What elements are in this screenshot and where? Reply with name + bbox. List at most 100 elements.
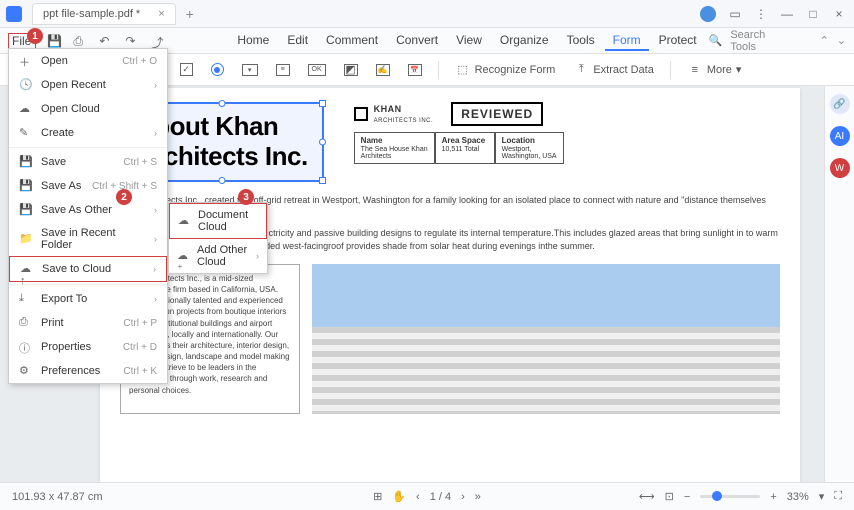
rail-ai-icon[interactable]: AI (830, 126, 850, 146)
print-icon[interactable]: ⎙ (73, 34, 87, 48)
add-tab-button[interactable]: + (186, 6, 194, 22)
last-page-icon[interactable]: » (475, 491, 481, 503)
file-menu-export-to[interactable]: ⤓ Export To › (9, 287, 167, 311)
file-menu-label: Save to Cloud (42, 263, 145, 275)
shortcut-label: Ctrl + D (123, 342, 157, 353)
signature-tool[interactable]: ✍ (372, 62, 394, 78)
brand-logo: KHANARCHITECTS INC. (354, 104, 434, 124)
dropdown-tool[interactable]: ▾ (238, 62, 262, 78)
recognize-form-button[interactable]: ⬚Recognize Form (451, 60, 560, 80)
search-label[interactable]: Search Tools (730, 29, 791, 53)
maximize-icon[interactable]: □ (806, 7, 820, 21)
close-tab-icon[interactable]: × (158, 8, 164, 20)
export-icon: ⤓ (19, 292, 33, 306)
hand-tool-icon[interactable]: ✋ (392, 490, 406, 503)
page-indicator[interactable]: 1 / 4 (430, 491, 451, 503)
radio-tool[interactable] (207, 61, 228, 78)
button-tool[interactable]: OK (304, 62, 330, 78)
statusbar: 101.93 x 47.87 cm ⊞ ✋ ‹ 1 / 4 › » ⟷ ⊡ − … (0, 482, 854, 510)
fullscreen-icon[interactable]: ⛶ (834, 490, 842, 503)
avatar[interactable] (700, 6, 716, 22)
file-menu-save-to-cloud[interactable]: ☁↑ Save to Cloud › (9, 256, 167, 282)
file-menu-label: Export To (41, 293, 146, 305)
file-menu-save[interactable]: 💾 Save Ctrl + S (9, 150, 167, 174)
file-menu-label: Open Cloud (41, 103, 157, 115)
info-cell: NameThe Sea House KhanArchitects (354, 132, 435, 164)
list-tool[interactable]: ≡ (272, 62, 294, 78)
search-icon[interactable]: 🔍 (709, 34, 723, 47)
zoom-value[interactable]: 33% (787, 491, 809, 503)
date-tool[interactable]: 📅 (404, 62, 426, 78)
submenu-document-cloud[interactable]: ☁ Document Cloud (169, 203, 267, 239)
cloud-icon: ☁ (178, 214, 192, 228)
file-menu-save-in-recent-folder[interactable]: 📁 Save in Recent Folder › (9, 222, 167, 256)
prefs-icon: ⚙ (19, 364, 33, 378)
file-menu-properties[interactable]: ⓘ Properties Ctrl + D (9, 335, 167, 359)
extract-data-button[interactable]: ⤒Extract Data (569, 60, 658, 80)
close-window-icon[interactable]: × (832, 7, 846, 21)
callout-marker-1: 1 (27, 28, 43, 44)
reviewed-stamp: REVIEWED (451, 102, 543, 126)
file-menu-label: Open Recent (41, 79, 146, 91)
file-menu-label: Save As Other (41, 204, 146, 216)
rail-link-icon[interactable]: 🔗 (830, 94, 850, 114)
fit-width-icon[interactable]: ⟷ (639, 490, 655, 503)
zoom-dropdown-icon[interactable]: ▾ (819, 490, 825, 503)
zoom-slider[interactable] (700, 495, 760, 498)
prev-page-icon[interactable]: ‹ (416, 491, 420, 503)
submenu-add-other-cloud[interactable]: ☁⁺ Add Other Cloud › (169, 239, 267, 273)
resize-handle[interactable] (319, 177, 326, 184)
menu-organize[interactable]: Organize (492, 31, 557, 51)
menu-home[interactable]: Home (229, 31, 277, 51)
menu-tools[interactable]: Tools (559, 31, 603, 51)
tab-title: ppt file-sample.pdf * (43, 8, 140, 20)
file-menu-print[interactable]: ⎙ Print Ctrl + P (9, 311, 167, 335)
more-button[interactable]: ≡More ▾ (683, 60, 746, 80)
menu-view[interactable]: View (448, 31, 490, 51)
file-menu-open[interactable]: ＋ Open Ctrl + O (9, 49, 167, 73)
file-menu-open-recent[interactable]: 🕓 Open Recent › (9, 73, 167, 97)
file-menu-label: Save in Recent Folder (41, 227, 146, 251)
image-tool[interactable]: ◩ (340, 62, 362, 78)
resize-handle[interactable] (218, 177, 225, 184)
next-page-icon[interactable]: › (461, 491, 465, 503)
save-icon[interactable]: 💾 (47, 34, 61, 48)
resize-handle[interactable] (319, 138, 326, 145)
undo-icon[interactable]: ↶ (99, 34, 113, 48)
window-panel-icon[interactable]: ▭ (728, 7, 742, 21)
zoom-out-icon[interactable]: − (684, 491, 690, 503)
redo-icon[interactable]: ↷ (125, 34, 139, 48)
shortcut-label: Ctrl + S (123, 157, 157, 168)
menu-form[interactable]: Form (605, 31, 649, 51)
expand-ribbon-icon[interactable]: ⌄ (837, 34, 846, 47)
document-tab[interactable]: ppt file-sample.pdf * × (32, 3, 176, 25)
checkbox-tool[interactable]: ✓ (176, 61, 197, 78)
shortcut-label: Ctrl + P (123, 318, 157, 329)
file-menu-create[interactable]: ✎ Create › (9, 121, 167, 145)
plus-icon: ＋ (19, 54, 33, 68)
menu-comment[interactable]: Comment (318, 31, 386, 51)
minimize-icon[interactable]: — (780, 7, 794, 21)
file-menu-save-as[interactable]: 💾 Save As Ctrl + Shift + S (9, 174, 167, 198)
grid-icon[interactable]: ⊞ (373, 490, 382, 503)
info-cell: LocationWestport,Washington, USA (495, 132, 564, 164)
menu-protect[interactable]: Protect (651, 31, 705, 51)
right-rail: 🔗 AI W (824, 86, 854, 482)
app-logo (6, 6, 22, 22)
props-icon: ⓘ (19, 340, 33, 354)
file-menu-open-cloud[interactable]: ☁ Open Cloud (9, 97, 167, 121)
menu-convert[interactable]: Convert (388, 31, 446, 51)
file-menu-save-as-other[interactable]: 💾 Save As Other › (9, 198, 167, 222)
zoom-in-icon[interactable]: + (770, 491, 776, 503)
menu-edit[interactable]: Edit (279, 31, 316, 51)
window-more-icon[interactable]: ⋮ (754, 7, 768, 21)
share-icon[interactable]: ⤴ (151, 34, 165, 48)
file-menu-preferences[interactable]: ⚙ Preferences Ctrl + K (9, 359, 167, 383)
fit-page-icon[interactable]: ⊡ (665, 490, 674, 503)
document-page: About KhanArchitects Inc. (100, 88, 800, 482)
shortcut-label: Ctrl + K (123, 366, 157, 377)
resize-handle[interactable] (319, 100, 326, 107)
resize-handle[interactable] (218, 100, 225, 107)
rail-word-icon[interactable]: W (830, 158, 850, 178)
collapse-up-icon[interactable]: ⌃ (820, 34, 829, 47)
